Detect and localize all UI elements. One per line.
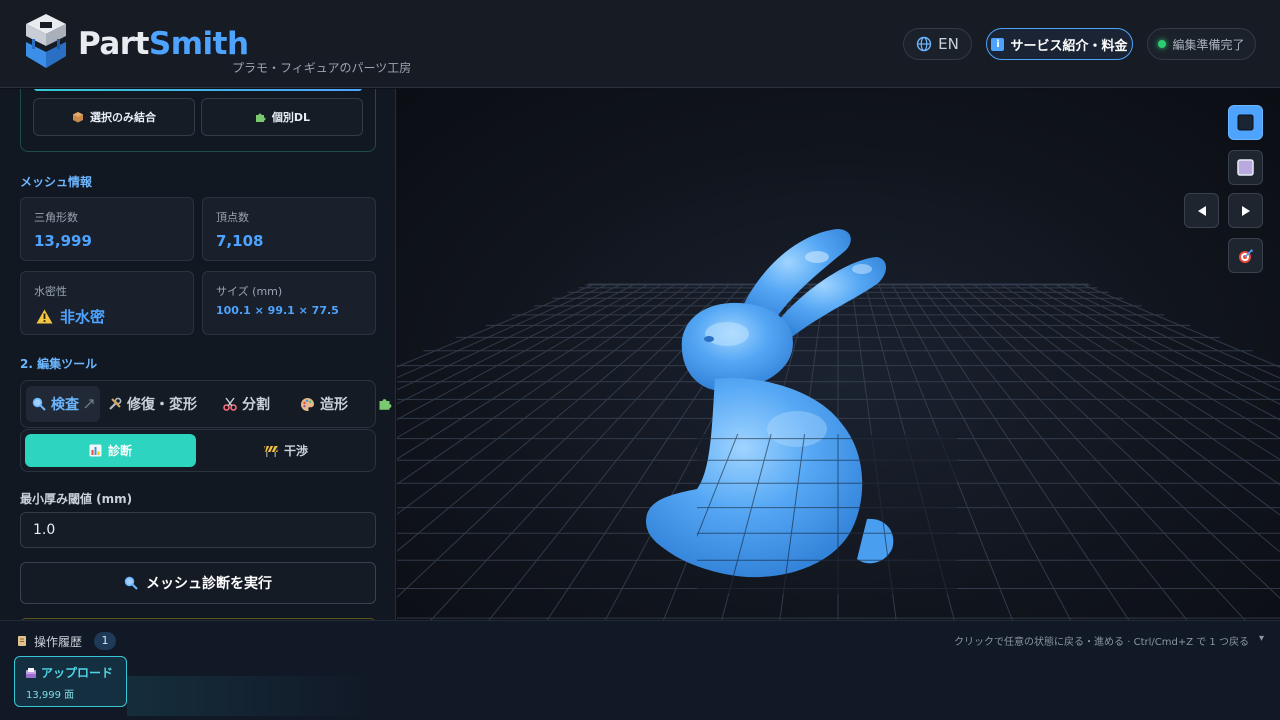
language-button[interactable]: EN bbox=[903, 28, 972, 60]
history-title-row: 操作履歴 1 bbox=[16, 632, 117, 650]
solid-view-button[interactable] bbox=[1228, 105, 1263, 140]
service-pricing-label: サービス紹介・料金 bbox=[1010, 38, 1128, 54]
size-card: サイズ (mm) 100.1 × 99.1 × 77.5 bbox=[202, 271, 376, 335]
logo-smith: Smith bbox=[148, 26, 249, 62]
chart-icon bbox=[89, 444, 102, 457]
run-mesh-diagnosis-button[interactable]: メッシュ診断を実行 bbox=[20, 562, 376, 604]
puzzle-icon bbox=[255, 113, 266, 122]
language-label: EN bbox=[938, 35, 959, 53]
edit-tools-title: 2. 編集ツール bbox=[20, 357, 98, 371]
logo-part: Part bbox=[78, 26, 149, 62]
magnifier-icon bbox=[124, 576, 138, 590]
history-item-subtitle: 13,999 面 bbox=[26, 690, 75, 701]
merge-selected-button[interactable]: 選択のみ結合 bbox=[33, 98, 195, 136]
package-icon bbox=[73, 112, 83, 123]
tab-inspect[interactable]: 検査 bbox=[26, 386, 100, 422]
tab-split[interactable]: 分割 bbox=[223, 386, 270, 422]
vertex-count-value: 7,108 bbox=[216, 232, 264, 250]
wireframe-view-button[interactable] bbox=[1228, 150, 1263, 185]
download-each-label: 個別DL bbox=[271, 111, 311, 124]
palette-icon bbox=[301, 397, 314, 411]
triangle-count-value: 13,999 bbox=[34, 232, 92, 250]
status-dot-icon bbox=[1158, 40, 1167, 48]
history-collapse-toggle[interactable]: ▾ bbox=[1259, 633, 1264, 648]
tools-icon bbox=[109, 397, 122, 410]
triangle-count-card: 三角形数 13,999 bbox=[20, 197, 194, 261]
info-icon: i bbox=[991, 37, 1005, 51]
edit-status-label: 編集準備完了 bbox=[1172, 37, 1245, 52]
mesh-info-title: メッシュ情報 bbox=[20, 175, 93, 189]
tab-split-label: 分割 bbox=[242, 397, 270, 413]
watertight-label: 水密性 bbox=[34, 285, 67, 298]
app-header: PartSmith プラモ・フィギュアのパーツ工房 EN i サービス紹介・料金… bbox=[0, 0, 1280, 88]
history-hint: クリックで任意の状態に戻る・進める · Ctrl/Cmd+Z で 1 つ戻る ▾ bbox=[954, 633, 1264, 648]
inbox-icon bbox=[26, 667, 36, 678]
reset-view-button[interactable] bbox=[1228, 238, 1263, 273]
history-progress-glow bbox=[127, 676, 377, 716]
run-mesh-diagnosis-label: メッシュ診断を実行 bbox=[146, 576, 272, 592]
history-count-badge: 1 bbox=[94, 632, 117, 650]
left-panel: 選択のみ結合 個別DL メッシュ情報 三角形数 13,999 頂点数 7,108… bbox=[0, 89, 396, 620]
subtab-diagnose-label: 診断 bbox=[107, 444, 132, 458]
history-item-upload[interactable]: アップロード 13,999 面 bbox=[14, 656, 127, 707]
tab-inspect-label: 検査 bbox=[51, 397, 79, 413]
construction-icon bbox=[263, 445, 278, 457]
watertight-value-row: 非水密 bbox=[36, 306, 105, 327]
globe-icon bbox=[916, 36, 932, 52]
history-title: 操作履歴 bbox=[34, 634, 83, 649]
box-outline-icon bbox=[1237, 159, 1254, 176]
expand-icon bbox=[84, 399, 94, 409]
history-hint-text: クリックで任意の状態に戻る・進める · Ctrl/Cmd+Z で 1 つ戻る bbox=[954, 637, 1249, 648]
edit-status-indicator: 編集準備完了 bbox=[1147, 28, 1256, 60]
tool-tabs: 検査 修復・変形 分割 造形 bbox=[20, 380, 392, 428]
subtab-diagnose[interactable]: 診断 bbox=[25, 434, 196, 467]
download-each-button[interactable]: 個別DL bbox=[201, 98, 363, 136]
rotate-right-button[interactable] bbox=[1228, 193, 1263, 228]
subtab-interference[interactable]: 干渉 bbox=[199, 434, 373, 467]
min-thickness-input[interactable] bbox=[20, 512, 376, 548]
arrow-right-icon bbox=[1241, 205, 1250, 216]
scroll-icon bbox=[18, 636, 26, 646]
operation-history-bar: 操作履歴 1 クリックで任意の状態に戻る・進める · Ctrl/Cmd+Z で … bbox=[0, 620, 1280, 720]
min-thickness-label: 最小厚み閾値 (mm) bbox=[20, 492, 133, 506]
history-item-title-row: アップロード bbox=[25, 664, 113, 681]
logo-wordmark: PartSmith bbox=[78, 26, 249, 62]
tab-sculpt-label: 造形 bbox=[320, 397, 348, 413]
merge-selected-label: 選択のみ結合 bbox=[90, 111, 156, 124]
vertex-count-card: 頂点数 7,108 bbox=[202, 197, 376, 261]
magnifier-icon bbox=[32, 397, 46, 411]
tagline: プラモ・フィギュアのパーツ工房 bbox=[232, 61, 412, 75]
scene-canvas bbox=[397, 229, 1280, 620]
warning-icon bbox=[36, 309, 53, 324]
watertight-card: 水密性 非水密 bbox=[20, 271, 194, 335]
inspect-subtabs: 診断 干渉 bbox=[20, 429, 376, 472]
scissors-icon bbox=[223, 397, 237, 411]
size-value: 100.1 × 99.1 × 77.5 bbox=[216, 304, 339, 317]
tab-sculpt[interactable]: 造形 bbox=[300, 386, 348, 422]
history-item-title: アップロード bbox=[41, 666, 114, 680]
3d-viewport[interactable] bbox=[397, 89, 1280, 620]
service-pricing-button[interactable]: i サービス紹介・料金 bbox=[986, 28, 1133, 60]
puzzle-icon[interactable] bbox=[377, 396, 392, 411]
tab-repair-transform-label: 修復・変形 bbox=[127, 397, 197, 413]
partsmith-logo-icon bbox=[26, 14, 66, 68]
rotate-left-button[interactable] bbox=[1184, 193, 1219, 228]
watertight-value: 非水密 bbox=[60, 308, 106, 326]
tab-repair-transform[interactable]: 修復・変形 bbox=[108, 386, 197, 422]
subtab-interference-label: 干渉 bbox=[283, 444, 308, 458]
size-label: サイズ (mm) bbox=[216, 285, 283, 298]
solid-cube-icon bbox=[1237, 114, 1254, 131]
bunny-model[interactable] bbox=[646, 229, 894, 578]
target-icon bbox=[1238, 248, 1253, 263]
arrow-left-icon bbox=[1197, 205, 1206, 216]
triangle-count-label: 三角形数 bbox=[34, 211, 78, 224]
vertex-count-label: 頂点数 bbox=[216, 211, 249, 224]
merge-all-button-edge[interactable] bbox=[34, 89, 362, 91]
